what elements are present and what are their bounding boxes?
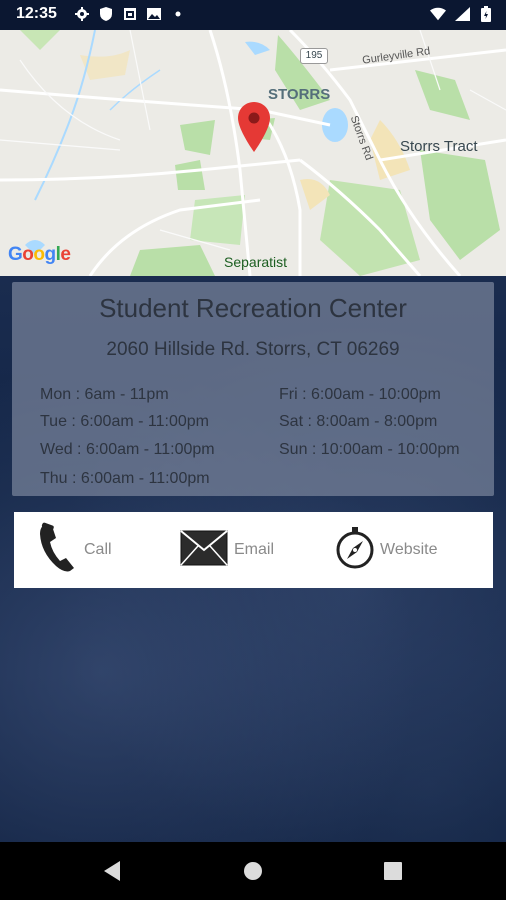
back-icon[interactable] [92, 842, 132, 900]
system-icons [430, 6, 494, 22]
wifi-icon [430, 6, 446, 22]
facility-address: 2060 Hillside Rd. Storrs, CT 06269 [106, 339, 400, 360]
hours-fri: Fri : 6:00am - 10:00pm [279, 386, 441, 403]
website-button[interactable]: Website [336, 512, 438, 588]
calendar-icon [122, 6, 138, 22]
contact-bar: Call Email Website [14, 512, 493, 588]
website-label: Website [380, 541, 438, 558]
email-label: Email [234, 541, 275, 558]
call-label: Call [84, 541, 112, 558]
hours-sat: Sat : 8:00am - 8:00pm [279, 413, 438, 430]
route-shield: 195 [300, 48, 328, 64]
phone-icon [38, 522, 78, 579]
email-button[interactable]: Email [180, 512, 274, 588]
hours-tue: Tue : 6:00am - 11:00pm [40, 413, 209, 430]
home-icon[interactable] [233, 842, 273, 900]
google-logo: Google [8, 244, 71, 265]
battery-icon [478, 6, 494, 22]
settings-icon [74, 6, 90, 22]
map-label-separatist: Separatist [224, 254, 288, 270]
image-icon [146, 6, 162, 22]
status-bar: 12:35 [0, 0, 506, 30]
facility-info-card: Student Recreation Center 2060 Hillside … [12, 282, 494, 496]
dot-icon [170, 6, 186, 22]
map-label-storrs: STORRS [268, 86, 331, 103]
hours-sun: Sun : 10:00am - 10:00pm [279, 441, 460, 458]
envelope-icon [180, 529, 228, 571]
facility-name: Student Recreation Center [99, 293, 407, 323]
hours-thu: Thu : 6:00am - 11:00pm [40, 470, 210, 487]
navigation-bar [0, 842, 506, 900]
notification-icons [74, 6, 186, 22]
hours-wed: Wed : 6:00am - 11:00pm [40, 441, 215, 458]
shield-icon [98, 6, 114, 22]
hours-mon: Mon : 6am - 11pm [40, 386, 169, 403]
compass-icon [336, 526, 374, 574]
signal-icon [454, 6, 470, 22]
recents-icon[interactable] [373, 842, 413, 900]
status-time: 12:35 [16, 5, 57, 22]
map-label-storrs-tract: Storrs Tract [400, 138, 478, 155]
call-button[interactable]: Call [38, 512, 112, 588]
map-view[interactable]: 195 Gurleyville Rd STORRS Storrs Rd Stor… [0, 30, 506, 276]
